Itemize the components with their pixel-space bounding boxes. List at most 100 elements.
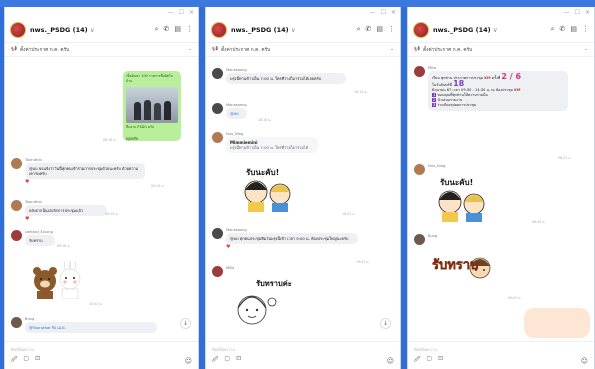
- message-time: 18:51 น.: [342, 212, 356, 216]
- pinned-announcement[interactable]: 📢 ตั้งค่าประกาศ ก.ค. ครับ ⌄: [408, 43, 594, 57]
- message-item: Bung: [414, 234, 437, 245]
- message-list[interactable]: เช็คอินคา 100 รายการที่ผลิตในบ้าน ทีมงาน…: [5, 58, 198, 341]
- maximize-button[interactable]: ☐: [381, 9, 386, 16]
- avatar[interactable]: [11, 200, 22, 211]
- message-bubble[interactable]: พรุ่งนี้ทานข้าวเย็น 7:00 น. ใครที่ว่างก็…: [226, 73, 346, 84]
- notes-icon[interactable]: ▤: [376, 25, 383, 34]
- search-icon[interactable]: ⌕: [155, 25, 159, 34]
- group-avatar[interactable]: [10, 21, 26, 38]
- message-time: 09:14 น.: [151, 184, 165, 188]
- pinned-text: ตั้งค่าประกาศ ก.ค. ครับ: [220, 47, 271, 53]
- emoji-icon[interactable]: ☺: [185, 357, 192, 365]
- avatar[interactable]: [11, 317, 22, 328]
- announcement-bubble[interactable]: เรียน ทุกท่าน ประกาศการประชุม KM ครั้งที…: [428, 71, 568, 111]
- close-button[interactable]: ✕: [585, 9, 590, 16]
- avatar[interactable]: [212, 132, 223, 143]
- attach-icon[interactable]: 🖉: [414, 355, 420, 365]
- message-bubble[interactable]: @Taoruthai รับ เม.ย.: [25, 322, 157, 333]
- avatar[interactable]: [212, 266, 223, 277]
- close-button[interactable]: ✕: [189, 9, 194, 16]
- search-icon[interactable]: ⌕: [357, 25, 361, 34]
- call-icon[interactable]: ✆: [164, 25, 170, 34]
- message-input[interactable]: พิมพ์ข้อความ: [11, 346, 34, 353]
- composer: พิมพ์ข้อความ 🖉 ▢ ⊡ ☺: [408, 341, 594, 369]
- heart-reaction-icon[interactable]: ♥: [226, 244, 358, 250]
- screenshot-icon[interactable]: ⊡: [35, 355, 40, 365]
- avatar[interactable]: [11, 158, 22, 169]
- message-time: 08:45 น.: [532, 220, 546, 224]
- chat-header: nws._PSDG (14) ∨ ⌕ ✆ ▤ ⋮: [5, 17, 198, 43]
- heart-reaction-icon[interactable]: ♥: [25, 179, 145, 185]
- avatar[interactable]: [11, 230, 22, 241]
- window-titlebar: — ☐ ✕: [206, 7, 400, 17]
- group-avatar[interactable]: [211, 21, 227, 38]
- group-photo[interactable]: [126, 87, 178, 123]
- chevron-down-icon[interactable]: ⌄: [188, 47, 192, 52]
- scroll-down-button[interactable]: ↓: [180, 318, 191, 329]
- chevron-down-icon[interactable]: ⌄: [390, 47, 394, 52]
- attach-icon[interactable]: 🖉: [212, 355, 218, 365]
- notes-icon[interactable]: ▤: [570, 25, 577, 34]
- minimize-button[interactable]: —: [564, 9, 570, 16]
- message-input[interactable]: พิมพ์ข้อความ: [414, 346, 437, 353]
- group-name[interactable]: nws._PSDG (14) ∨: [433, 26, 498, 34]
- maximize-button[interactable]: ☐: [575, 9, 580, 16]
- close-button[interactable]: ✕: [391, 9, 396, 16]
- gallery-icon[interactable]: ▢: [224, 355, 230, 365]
- more-menu-icon[interactable]: ⋮: [582, 25, 589, 34]
- group-avatar[interactable]: [413, 21, 429, 38]
- message-input[interactable]: พิมพ์ข้อความ: [212, 346, 235, 353]
- pinned-text: ตั้งค่าประกาศ ก.ค. ครับ: [422, 47, 473, 53]
- message-bubble[interactable]: @All: [226, 108, 247, 119]
- message-bubble[interactable]: @All ทุกคนประชุมทีมวันพรุ่งนี้เช้า เวลา …: [226, 233, 358, 244]
- incoming-sticker-preview[interactable]: [524, 308, 590, 338]
- message-list[interactable]: Milla เรียน ทุกท่าน ประกาศการประชุม KM ค…: [408, 58, 594, 341]
- avatar[interactable]: [414, 234, 425, 245]
- chat-header: nws._PSDG (14) ∨ ⌕ ✆ ▤ ⋮: [206, 17, 400, 43]
- pinned-announcement[interactable]: 📢 ตั้งค่าประกาศ ก.ค. ครับ ⌄: [5, 43, 198, 57]
- message-item: Milla: [212, 266, 234, 277]
- search-icon[interactable]: ⌕: [551, 25, 555, 34]
- message-bubble[interactable]: รับทราบ: [25, 235, 55, 246]
- heart-reaction-icon[interactable]: ♥: [25, 216, 107, 222]
- screenshot-icon[interactable]: ⊡: [438, 355, 443, 365]
- pinned-announcement[interactable]: 📢 ตั้งค่าประกาศ ก.ค. ครับ ⌄: [206, 43, 400, 57]
- minimize-button[interactable]: —: [370, 9, 376, 16]
- notes-icon[interactable]: ▤: [174, 25, 181, 34]
- avatar[interactable]: [414, 66, 425, 77]
- window-titlebar: — ☐ ✕: [5, 7, 198, 17]
- screenshot-icon[interactable]: ⊡: [236, 355, 241, 365]
- message-list[interactable]: Manaspong พรุ่งนี้ทานข้าวเย็น 7:00 น. ใค…: [206, 58, 400, 341]
- emoji-icon[interactable]: ☺: [387, 357, 394, 365]
- avatar[interactable]: [212, 228, 223, 239]
- avatar[interactable]: [212, 103, 223, 114]
- maximize-button[interactable]: ☐: [179, 9, 184, 16]
- message-bubble[interactable]: หลังจากนั้นยกเลิกการประชุมแล้ว: [25, 205, 107, 216]
- message-time: 19:03 น.: [356, 260, 370, 264]
- sticker-text: รับทราบ: [432, 258, 479, 273]
- chevron-down-icon[interactable]: ⌄: [584, 47, 588, 52]
- attach-icon[interactable]: 🖉: [11, 355, 17, 365]
- more-menu-icon[interactable]: ⋮: [388, 25, 395, 34]
- call-icon[interactable]: ✆: [366, 25, 372, 34]
- avatar[interactable]: [212, 68, 223, 79]
- message-item: Milla เรียน ทุกท่าน ประกาศการประชุม KM ค…: [414, 66, 568, 111]
- gallery-icon[interactable]: ▢: [426, 355, 432, 365]
- gallery-icon[interactable]: ▢: [23, 355, 29, 365]
- emoji-icon[interactable]: ☺: [581, 357, 588, 365]
- group-name[interactable]: nws._PSDG (14) ∨: [231, 26, 296, 34]
- scroll-down-button[interactable]: ↓: [380, 318, 391, 329]
- message-item: Nuu_Ning Mimmiemini พรุ่งนี้ทานข้าวเย็น …: [212, 132, 318, 153]
- bear-bunny-sticker[interactable]: [29, 258, 85, 300]
- message-item: Taoruthai หลังจากนั้นยกเลิกการประชุมแล้ว…: [11, 200, 107, 222]
- message-bubble[interactable]: @All ขอแจ้งว่าวันนี้ทุกคนเข้าร่วมการประช…: [25, 163, 145, 179]
- megaphone-icon: 📢: [212, 47, 218, 52]
- agenda-item: 3 ร่วมกันสรุปผลการประชุม: [432, 103, 477, 107]
- avatar[interactable]: [414, 164, 425, 175]
- reply-bubble[interactable]: Mimmiemini พรุ่งนี้ทานข้าวเย็น 7:00 น. ใ…: [226, 137, 318, 153]
- minimize-button[interactable]: —: [168, 9, 174, 16]
- call-icon[interactable]: ✆: [560, 25, 566, 34]
- more-menu-icon[interactable]: ⋮: [186, 25, 193, 34]
- my-photo-message[interactable]: เช็คอินคา 100 รายการที่ผลิตในบ้าน ทีมงาน…: [123, 71, 181, 141]
- group-name[interactable]: nws._PSDG (14) ∨: [30, 26, 95, 34]
